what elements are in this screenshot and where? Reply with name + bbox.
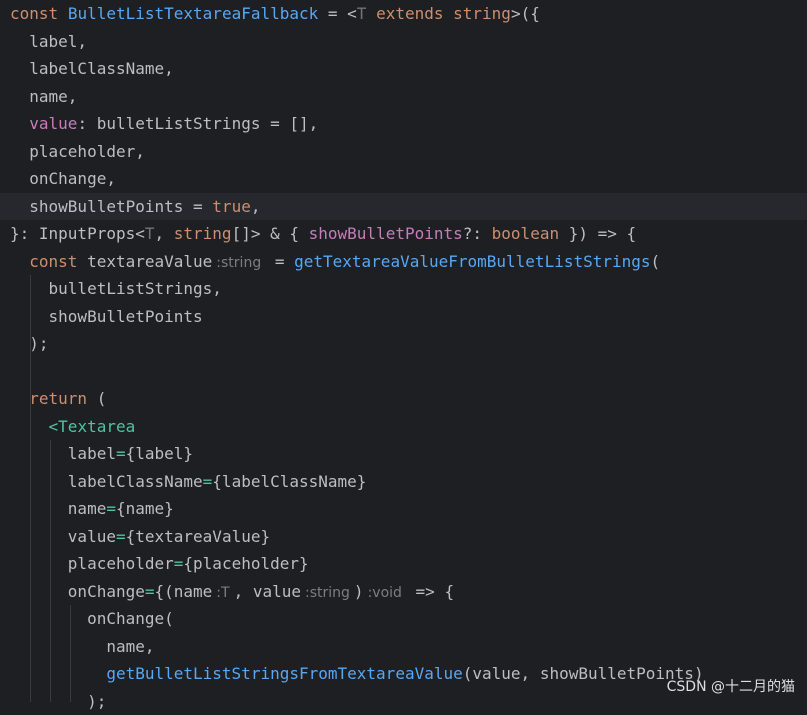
code-line-1[interactable]: const BulletListTextareaFallback = <T ex…: [10, 0, 540, 28]
code-line-8-current[interactable]: showBulletPoints = true,: [0, 193, 807, 221]
jsx-equals: =: [174, 554, 184, 573]
code-text: }) => {: [559, 224, 636, 243]
punctuation: ): [354, 582, 364, 601]
jsx-equals: =: [106, 499, 116, 518]
jsx-equals: =: [116, 527, 126, 546]
code-line-18[interactable]: labelClassName={labelClassName}: [10, 468, 366, 496]
code-text: : bulletListStrings = [],: [77, 114, 318, 133]
code-line-21[interactable]: placeholder={placeholder}: [10, 550, 309, 578]
code-line-26[interactable]: );: [10, 688, 106, 715]
keyword: extends string: [366, 4, 511, 23]
jsx-attribute: placeholder: [68, 554, 174, 573]
keyword: return: [29, 389, 87, 408]
code-text: => {: [406, 582, 454, 601]
jsx-value: {labelClassName}: [212, 472, 366, 491]
code-text: {(name: [155, 582, 213, 601]
identifier: textareaValue: [77, 252, 212, 271]
property: value: [29, 114, 77, 133]
inlay-type-hint: :string: [212, 255, 265, 271]
identifier: showBulletPoints: [49, 307, 203, 326]
code-text: }: InputProps<: [10, 224, 145, 243]
code-line-13[interactable]: );: [10, 330, 49, 358]
jsx-attribute: labelClassName: [68, 472, 203, 491]
code-line-3[interactable]: labelClassName,: [10, 55, 174, 83]
function-call: getTextareaValueFromBulletListStrings: [294, 252, 650, 271]
code-line-6[interactable]: placeholder,: [10, 138, 145, 166]
keyword: const: [29, 252, 77, 271]
punctuation: );: [29, 334, 48, 353]
punctuation: = <: [318, 4, 357, 23]
code-line-23[interactable]: onChange(: [10, 605, 174, 633]
code-line-10[interactable]: const textareaValue:string = getTextarea…: [10, 248, 660, 276]
code-line-5[interactable]: value: bulletListStrings = [],: [10, 110, 318, 138]
punctuation: ,: [155, 224, 174, 243]
keyword: boolean: [492, 224, 559, 243]
inlay-return-hint: :void: [364, 585, 406, 601]
identifier: label,: [29, 32, 87, 51]
jsx-equals: =: [145, 582, 155, 601]
punctuation: >({: [511, 4, 540, 23]
jsx-value: {name}: [116, 499, 174, 518]
function-call: onChange(: [87, 609, 174, 628]
identifier: placeholder,: [29, 142, 145, 161]
jsx-equals: =: [116, 444, 126, 463]
jsx-attribute: onChange: [68, 582, 145, 601]
code-line-19[interactable]: name={name}: [10, 495, 174, 523]
code-line-16[interactable]: <Textarea: [10, 413, 135, 441]
code-line-2[interactable]: label,: [10, 28, 87, 56]
code-line-17[interactable]: label={label}: [10, 440, 193, 468]
property: showBulletPoints: [309, 224, 463, 243]
inlay-type-hint: :string: [301, 585, 354, 601]
type-parameter: T: [357, 4, 367, 23]
jsx-attribute: label: [68, 444, 116, 463]
code-text: []> & {: [232, 224, 309, 243]
code-editor[interactable]: const BulletListTextareaFallback = <T ex…: [0, 0, 807, 702]
jsx-value: {label}: [126, 444, 193, 463]
code-line-20[interactable]: value={textareaValue}: [10, 523, 270, 551]
punctuation: (: [87, 389, 106, 408]
watermark: CSDN @十二月的猫: [667, 676, 795, 696]
function-name: BulletListTextareaFallback: [68, 4, 318, 23]
code-line-15[interactable]: return (: [10, 385, 106, 413]
type-parameter: T: [145, 224, 155, 243]
code-text: , value: [234, 582, 301, 601]
keyword: const: [10, 4, 58, 23]
keyword: true: [212, 197, 251, 216]
jsx-value: {placeholder}: [183, 554, 308, 573]
code-line-12[interactable]: showBulletPoints: [10, 303, 203, 331]
jsx-tag: Textarea: [58, 417, 135, 436]
identifier: onChange,: [29, 169, 116, 188]
code-line-22[interactable]: onChange={(name:T, value:string):void =>…: [10, 578, 454, 606]
inlay-type-hint: :T: [212, 585, 233, 601]
punctuation: ,: [251, 197, 261, 216]
code-line-25[interactable]: getBulletListStringsFromTextareaValue(va…: [10, 660, 704, 688]
punctuation: );: [87, 692, 106, 711]
code-text: showBulletPoints =: [29, 197, 212, 216]
jsx-attribute: value: [68, 527, 116, 546]
identifier: name,: [106, 637, 154, 656]
jsx-value: {textareaValue}: [126, 527, 271, 546]
function-call: getBulletListStringsFromTextareaValue: [106, 664, 462, 683]
punctuation: =: [265, 252, 294, 271]
code-line-11[interactable]: bulletListStrings,: [10, 275, 222, 303]
punctuation: ?:: [463, 224, 492, 243]
jsx-attribute: name: [68, 499, 107, 518]
jsx-equals: =: [203, 472, 213, 491]
code-line-7[interactable]: onChange,: [10, 165, 116, 193]
identifier: bulletListStrings,: [49, 279, 222, 298]
code-line-4[interactable]: name,: [10, 83, 77, 111]
code-line-24[interactable]: name,: [10, 633, 155, 661]
punctuation: (: [651, 252, 661, 271]
code-line-9[interactable]: }: InputProps<T, string[]> & { showBulle…: [10, 220, 636, 248]
keyword: string: [174, 224, 232, 243]
identifier: name,: [29, 87, 77, 106]
identifier: labelClassName,: [29, 59, 174, 78]
jsx-bracket: <: [49, 417, 59, 436]
